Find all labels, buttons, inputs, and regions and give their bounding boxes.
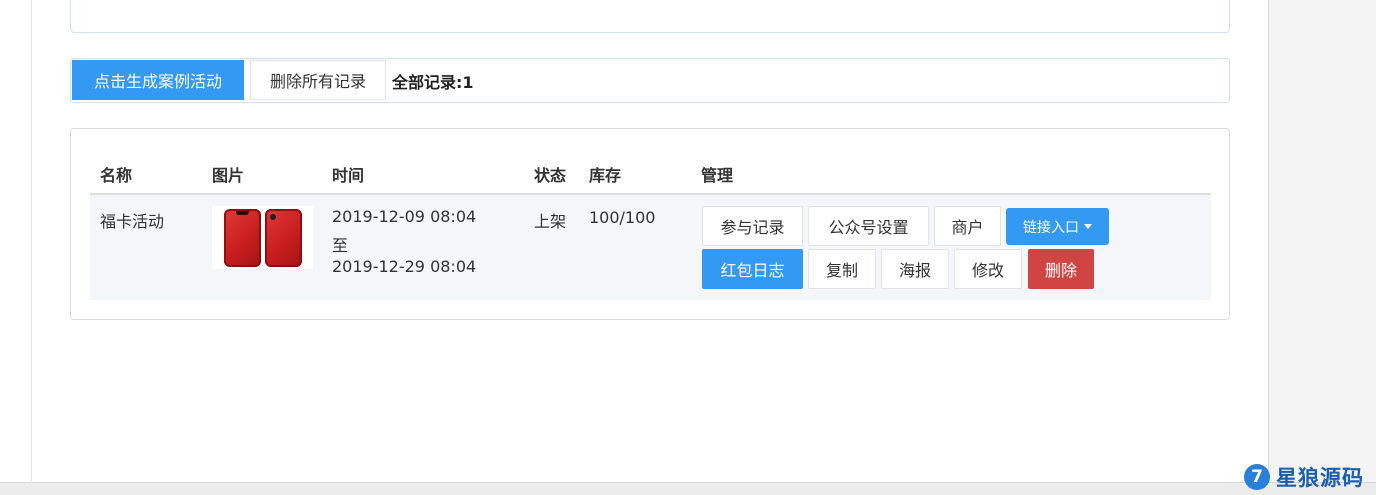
total-records-count: 全部记录:1 [392, 73, 474, 92]
wechat-settings-button[interactable]: 公众号设置 [808, 206, 929, 246]
link-entry-label: 链接入口 [1023, 219, 1079, 236]
merchant-button[interactable]: 商户 [934, 206, 1001, 246]
watermark-logo: 7 星狼源码 [1244, 462, 1364, 492]
redpacket-log-button[interactable]: 红包日志 [702, 249, 803, 289]
red-phone-back-image [264, 208, 302, 267]
column-header-name: 名称 [100, 166, 133, 185]
delete-button[interactable]: 删除 [1028, 249, 1094, 289]
time-start: 2019-12-09 08:04 [332, 207, 477, 226]
column-header-manage: 管理 [701, 166, 734, 185]
activity-name: 福卡活动 [100, 212, 165, 231]
filter-panel [70, 0, 1230, 33]
copy-button[interactable]: 复制 [808, 249, 876, 289]
column-header-time: 时间 [332, 166, 365, 185]
edit-button[interactable]: 修改 [954, 249, 1022, 289]
activity-image [212, 206, 313, 269]
time-separator: 至 [332, 236, 349, 255]
right-gutter [1268, 0, 1376, 482]
caret-down-icon [1084, 224, 1092, 229]
column-header-image: 图片 [212, 166, 245, 185]
time-end: 2019-12-29 08:04 [332, 257, 477, 276]
poster-button[interactable]: 海报 [881, 249, 949, 289]
generate-case-activity-button[interactable]: 点击生成案例活动 [72, 60, 244, 100]
horizontal-scrollbar[interactable] [0, 482, 1376, 495]
participation-records-button[interactable]: 参与记录 [702, 206, 803, 246]
watermark-icon: 7 [1244, 464, 1270, 490]
action-bar: 点击生成案例活动 删除所有记录 全部记录:1 [70, 58, 1230, 103]
content-left-border [31, 0, 32, 482]
watermark-text: 星狼源码 [1276, 466, 1364, 490]
activity-status: 上架 [534, 212, 567, 231]
activity-table: 名称 图片 时间 状态 库存 管理 福卡活动 2019-12-09 08:04 … [70, 128, 1230, 320]
column-header-stock: 库存 [589, 166, 622, 185]
link-entry-dropdown-button[interactable]: 链接入口 [1006, 208, 1109, 245]
delete-all-records-button[interactable]: 删除所有记录 [250, 60, 386, 100]
red-phone-image [223, 208, 261, 267]
activity-stock: 100/100 [589, 208, 656, 227]
column-header-status: 状态 [534, 166, 567, 185]
